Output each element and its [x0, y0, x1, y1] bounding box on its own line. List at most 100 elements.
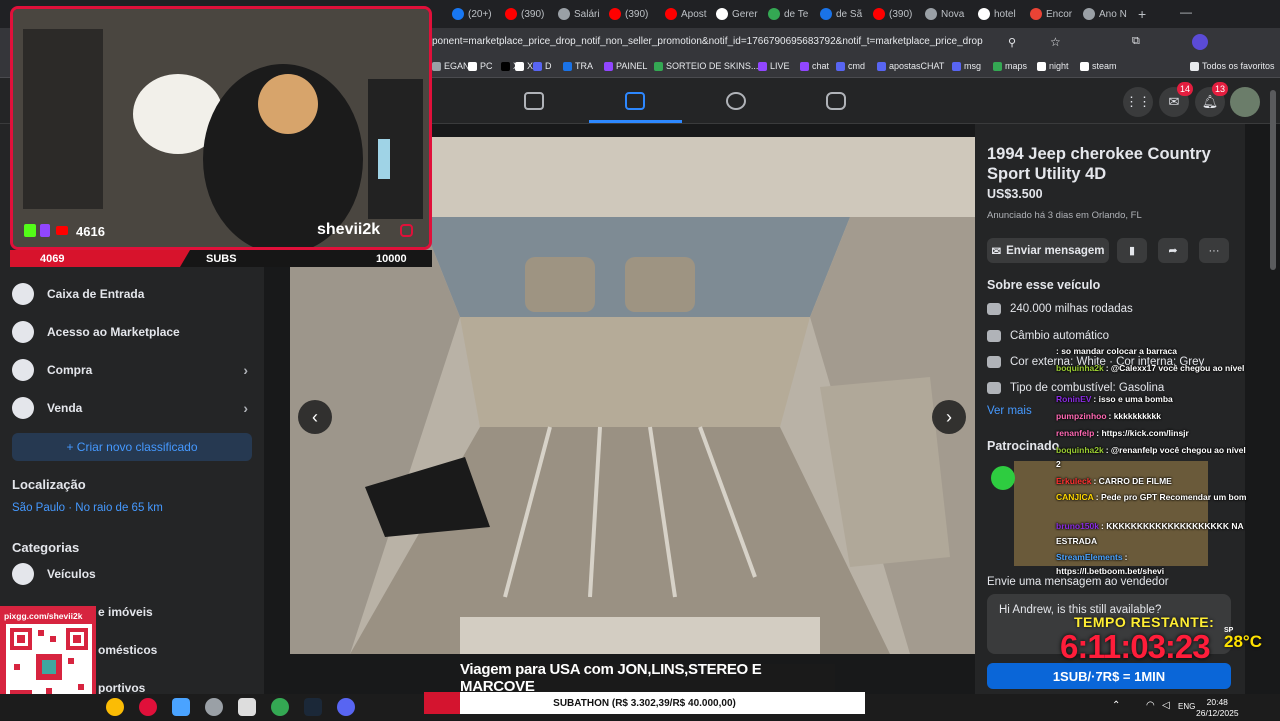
marketplace-nav-icon[interactable] — [625, 92, 645, 110]
bookmark-item[interactable]: X — [515, 61, 533, 71]
taskbar-clock[interactable]: 20:48 26/12/2025 — [1196, 697, 1239, 719]
chrome-active-taskbar-icon[interactable] — [271, 698, 289, 716]
category-home[interactable]: omésticos — [98, 643, 157, 657]
tab-label: (390) — [521, 8, 545, 20]
tab-label: Gerer — [732, 8, 758, 20]
bookmark-label: apostasCHAT — [889, 61, 945, 71]
window-minimize-button[interactable]: — — [1180, 5, 1192, 19]
bookmark-item[interactable]: steam — [1080, 61, 1117, 71]
browser-tab[interactable]: hotel — [978, 4, 1026, 24]
browser-tab[interactable]: (20+) — [452, 4, 500, 24]
twitch-logo-icon — [40, 224, 50, 237]
bookmark-item[interactable]: apostasCHAT — [877, 61, 944, 71]
bookmark-item[interactable]: PAINEL — [604, 61, 647, 71]
browser-tab[interactable]: (390) — [873, 4, 921, 24]
browser-tab[interactable]: (390) — [505, 4, 553, 24]
bookmark-icon — [654, 61, 663, 71]
sidebar-item-marketplace-access[interactable]: Acesso ao Marketplace — [12, 314, 252, 350]
bookmark-item[interactable]: PC — [468, 61, 493, 71]
zoom-icon[interactable]: ⚲ — [1008, 36, 1016, 49]
url-input[interactable]: ponent=marketplace_price_drop_notif_non_… — [432, 36, 983, 47]
browser-tab[interactable]: Salári — [558, 4, 606, 24]
tab-favicon-icon — [925, 8, 937, 20]
shopping-bag-icon — [12, 359, 34, 381]
listing-posted: Anunciado há 3 dias em Orlando, FL — [987, 210, 1142, 221]
more-options-button[interactable]: ··· — [1199, 238, 1229, 263]
video-nav-icon[interactable] — [524, 92, 544, 110]
category-vehicles[interactable]: Veículos — [12, 556, 252, 592]
bookmark-label: LIVE — [770, 61, 790, 71]
sidebar-item-label: Caixa de Entrada — [47, 287, 145, 301]
page-scrollbar[interactable] — [1270, 90, 1276, 270]
chat-username: boquinha2k — [1056, 363, 1104, 373]
discord-taskbar-icon[interactable] — [337, 698, 355, 716]
pix-url: pixgg.com/shevii2k — [4, 611, 83, 621]
tab-favicon-icon — [978, 8, 990, 20]
browser-tab[interactable]: de Sã — [820, 4, 868, 24]
bookmark-item[interactable]: night — [1037, 61, 1069, 71]
app-taskbar-icon[interactable] — [205, 698, 223, 716]
bookmark-icon — [432, 61, 441, 71]
sidebar-item-buying[interactable]: Compra › — [12, 352, 252, 388]
bookmark-item[interactable]: TRA — [563, 61, 593, 71]
save-listing-button[interactable]: ▮ — [1117, 238, 1147, 263]
language-indicator[interactable]: ENG — [1178, 702, 1195, 711]
opera-taskbar-icon[interactable] — [139, 698, 157, 716]
user-shield-icon — [12, 321, 34, 343]
category-property[interactable]: e imóveis — [98, 605, 153, 619]
bookmark-item[interactable]: cmd — [836, 61, 865, 71]
tab-label: Ano N — [1099, 8, 1127, 20]
category-sports[interactable]: portivos — [98, 681, 145, 695]
previous-photo-button[interactable]: ‹ — [298, 400, 332, 434]
messenger-icon: ✉ — [991, 245, 1002, 258]
files-taskbar-icon[interactable] — [172, 698, 190, 716]
send-message-button[interactable]: ✉ Enviar mensagem — [987, 238, 1109, 263]
extensions-icon[interactable]: ⧉ — [1132, 35, 1140, 48]
location-link[interactable]: São Paulo · No raio de 65 km — [12, 502, 163, 514]
browser-tab[interactable]: (390) — [609, 4, 657, 24]
bookmark-item[interactable]: msg — [952, 61, 981, 71]
bookmark-item[interactable]: EGAN — [432, 61, 470, 71]
browser-tab[interactable]: Apost — [665, 4, 713, 24]
gaming-nav-icon[interactable] — [826, 92, 846, 110]
browser-tab[interactable]: Nova — [925, 4, 973, 24]
chat-message: CANJICA: Pede pro GPT Recomendar um bom — [1056, 492, 1246, 502]
groups-nav-icon[interactable] — [726, 92, 746, 110]
next-photo-button[interactable]: › — [932, 400, 966, 434]
chat-message: https://l.betboom.bet/shevi — [1056, 566, 1164, 576]
bookmark-item[interactable]: maps — [993, 61, 1027, 71]
browser-tab[interactable]: Encor — [1030, 4, 1078, 24]
bookmark-item[interactable]: chat — [800, 61, 829, 71]
account-avatar[interactable] — [1230, 87, 1260, 117]
bookmark-item[interactable]: LIVE — [758, 61, 790, 71]
create-listing-button[interactable]: + Criar novo classificado — [12, 433, 252, 461]
tab-label: (390) — [625, 8, 649, 20]
see-more-link[interactable]: Ver mais — [987, 405, 1032, 417]
notifications-badge: 13 — [1212, 82, 1229, 96]
menu-grid-button[interactable]: ⋮⋮ — [1123, 87, 1153, 117]
profile-avatar[interactable] — [1192, 34, 1208, 50]
explorer-taskbar-icon[interactable] — [238, 698, 256, 716]
tray-chevron-icon[interactable]: ⌃ — [1112, 700, 1120, 711]
steam-taskbar-icon[interactable] — [304, 698, 322, 716]
volume-icon[interactable]: ◁ — [1162, 700, 1170, 711]
browser-tab[interactable]: de Te — [768, 4, 816, 24]
chat-username: pumpzinhoo — [1056, 411, 1107, 421]
sidebar-item-selling[interactable]: Venda › — [12, 390, 252, 426]
all-favorites-folder[interactable]: Todos os favoritos — [1190, 61, 1275, 71]
browser-tab[interactable]: Gerer — [716, 4, 764, 24]
tab-favicon-icon — [873, 8, 885, 20]
new-tab-button[interactable]: + — [1138, 6, 1146, 22]
chevron-right-icon: › — [243, 400, 248, 416]
share-button[interactable]: ➦ — [1158, 238, 1188, 263]
bookmark-star-icon[interactable]: ☆ — [1050, 35, 1061, 49]
spec-fuel: Tipo de combustível: Gasolina — [987, 382, 1164, 394]
wifi-icon[interactable]: ◠ — [1146, 700, 1155, 711]
chrome-taskbar-icon[interactable] — [106, 698, 124, 716]
bookmark-item[interactable]: SORTEIO DE SKINS... — [654, 61, 758, 71]
chat-text: : so mandar colocar a barraca — [1056, 346, 1177, 356]
bookmark-item[interactable]: D — [533, 61, 552, 71]
sidebar-item-inbox[interactable]: Caixa de Entrada — [12, 276, 252, 312]
about-vehicle-title: Sobre esse veículo — [987, 278, 1101, 292]
browser-tab[interactable]: Ano N — [1083, 4, 1131, 24]
